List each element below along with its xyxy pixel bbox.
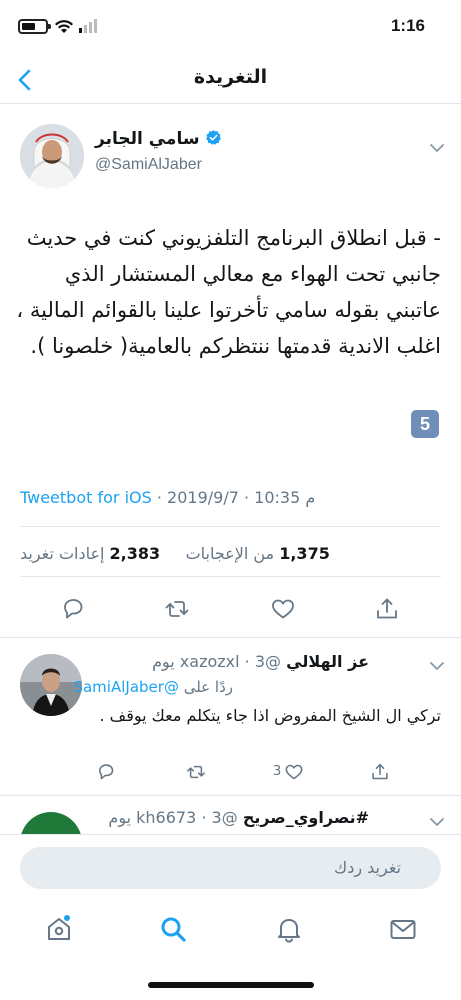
reply-author-name[interactable]: عز الهلالي [286, 652, 369, 671]
notifications-bell-icon[interactable] [274, 914, 304, 944]
tweet-text: - قبل انطلاق البرنامج التلفزيوني كنت في … [16, 226, 441, 358]
avatar[interactable] [20, 124, 84, 188]
like-heart-icon[interactable] [284, 762, 304, 782]
share-icon[interactable] [370, 762, 390, 782]
avatar[interactable] [20, 812, 82, 836]
meta-separator: · [201, 808, 207, 827]
nav-header: التغريدة [0, 56, 461, 104]
reply-header: عز الهلالي @xazozxl · 3 يوم [152, 652, 369, 671]
retweet-icon[interactable] [186, 762, 206, 782]
retweets-stat[interactable]: 2,383 إعادات تغريد [20, 544, 160, 563]
share-icon[interactable] [374, 596, 400, 622]
messages-mail-icon[interactable] [388, 914, 418, 944]
reply-composer-bar: تغريد ردك [0, 834, 461, 900]
retweets-count: 2,383 [109, 544, 161, 563]
composer-placeholder: تغريد ردك [334, 858, 401, 877]
likes-label: من الإعجابات [185, 544, 275, 563]
reply-tweet[interactable]: عز الهلالي @xazozxl · 3 يوم ردًا على @Sa… [0, 638, 461, 794]
signal-icon [79, 19, 97, 33]
tweet-stats: 1,375 من الإعجابات 2,383 إعادات تغريد [20, 544, 441, 563]
reply-handle: @xazozxl [179, 652, 282, 671]
tweet-source-link[interactable]: Tweetbot for iOS [20, 488, 152, 507]
likes-stat[interactable]: 1,375 من الإعجابات [186, 544, 330, 563]
chevron-down-icon[interactable] [429, 814, 445, 830]
reply-like-count: 3 [273, 764, 282, 779]
retweet-icon[interactable] [164, 596, 190, 622]
page-title: التغريدة [193, 66, 268, 88]
replying-to: ردًا على @SamiAlJaber [73, 678, 233, 696]
reply-handle: @kh6673 [136, 808, 238, 827]
meta-separator: · [243, 488, 255, 507]
likes-count: 1,375 [279, 544, 330, 563]
chevron-down-icon[interactable] [429, 658, 445, 674]
tweet-date: 2019/9/7 [167, 488, 239, 507]
author-name-row: سامي الجابر [95, 129, 222, 149]
divider [20, 576, 441, 577]
avatar-image [20, 124, 84, 188]
reply-composer-input[interactable]: تغريد ردك [20, 847, 441, 889]
battery-icon [18, 19, 51, 34]
author-name: سامي الجابر [95, 129, 200, 149]
status-bar: 1:16 [0, 0, 461, 56]
tweet-actions [0, 596, 461, 626]
reply-tweet[interactable]: #نصراوي_صريح @kh6673 · 3 يوم [0, 796, 461, 836]
verified-badge-icon [206, 130, 222, 145]
author-handle: @SamiAlJaber [95, 156, 202, 173]
retweets-label: إعادات تغريد [20, 544, 105, 563]
meta-separator: · [156, 488, 168, 507]
reply-icon[interactable] [96, 762, 116, 782]
meta-separator: · [244, 652, 250, 671]
reply-icon[interactable] [60, 596, 86, 622]
reply-text: تركي ال الشيخ المفروض اذا جاء يتكلم معك … [99, 706, 441, 725]
keycap-emoji: 5 [411, 410, 439, 438]
like-heart-icon[interactable] [270, 596, 296, 622]
reply-header: #نصراوي_صريح @kh6673 · 3 يوم [108, 808, 369, 827]
replying-to-handle[interactable]: @SamiAlJaber [73, 678, 178, 696]
chevron-down-icon[interactable] [429, 140, 445, 156]
reply-author-name[interactable]: #نصراوي_صريح [243, 808, 369, 827]
tweet-time: 10:35 م [254, 488, 316, 507]
divider [20, 526, 441, 527]
replying-to-prefix: ردًا على [183, 678, 233, 696]
search-icon[interactable] [158, 914, 188, 944]
tweet-meta: Tweetbot for iOS · 2019/9/7 · 10:35 م [20, 488, 315, 507]
wifi-icon [55, 20, 73, 33]
avatar-image [20, 812, 82, 836]
author-block[interactable]: سامي الجابر @SamiAlJaber [95, 129, 295, 179]
home-icon[interactable] [44, 914, 74, 944]
home-indicator [148, 982, 314, 988]
status-time: 1:16 [390, 16, 425, 35]
